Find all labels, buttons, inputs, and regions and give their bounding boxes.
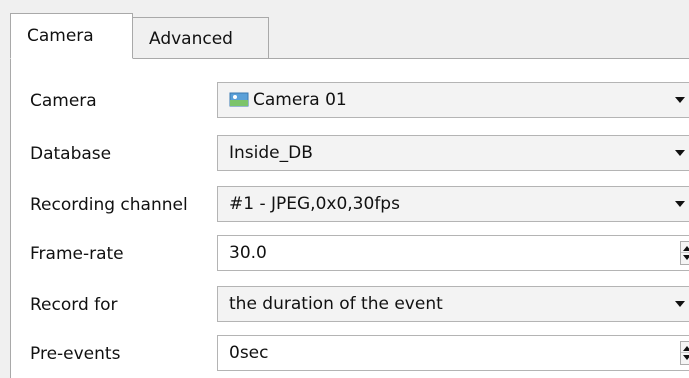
camera-select[interactable]: Camera 01 [217,82,689,118]
tab-camera[interactable]: Camera [10,13,133,59]
chevron-down-icon [675,97,685,103]
spin-down-icon[interactable] [683,355,689,360]
recording-channel-select[interactable]: #1 - JPEG,0x0,30fps [217,186,689,222]
chevron-down-icon [675,301,685,307]
spin-up-icon[interactable] [683,346,689,351]
spin-buttons-icon[interactable] [680,341,689,365]
record-for-select-value: the duration of the event [229,294,443,314]
tab-camera-label: Camera [27,26,94,46]
pre-events-label: Pre-events [30,344,121,364]
chevron-down-icon [675,201,685,207]
pre-events-row: Pre-events 0sec [11,335,689,373]
frame-rate-label: Frame-rate [30,244,124,264]
database-label: Database [30,144,112,164]
spin-down-icon[interactable] [683,255,689,260]
tab-advanced-label: Advanced [149,28,233,49]
database-select-value: Inside_DB [229,143,313,163]
camera-icon [229,92,249,107]
spin-buttons-icon[interactable] [680,241,689,265]
database-row: Database Inside_DB [11,135,689,173]
camera-label: Camera [30,91,97,111]
pre-events-spinbox[interactable]: 0sec [217,335,689,371]
spin-divider [681,252,689,253]
frame-rate-row: Frame-rate 30.0 [11,235,689,273]
tab-bar: Camera Advanced [10,13,269,59]
recording-channel-row: Recording channel #1 - JPEG,0x0,30fps [11,186,689,224]
recording-channel-label: Recording channel [30,195,188,215]
camera-select-value-wrap: Camera 01 [229,83,347,117]
spin-up-icon[interactable] [683,246,689,251]
chevron-down-icon [675,150,685,156]
database-select[interactable]: Inside_DB [217,135,689,171]
recording-channel-select-value: #1 - JPEG,0x0,30fps [229,194,400,214]
record-for-select[interactable]: the duration of the event [217,286,689,322]
camera-select-value: Camera 01 [253,90,347,110]
camera-settings-panel: Camera Camera 01 Database Inside_DB Reco… [10,58,689,378]
frame-rate-value: 30.0 [229,243,267,263]
camera-row: Camera Camera 01 [11,82,689,120]
frame-rate-spinbox[interactable]: 30.0 [217,235,689,271]
record-for-row: Record for the duration of the event [11,286,689,324]
record-for-label: Record for [30,295,118,315]
spin-divider [681,352,689,353]
tab-advanced[interactable]: Advanced [132,17,269,59]
